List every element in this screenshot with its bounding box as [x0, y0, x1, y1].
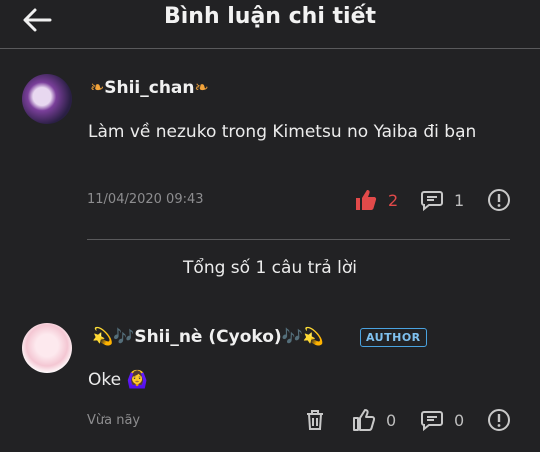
reply-text: Oke 🙆‍♀️: [88, 370, 148, 390]
comment-text: Làm về nezuko trong Kimetsu no Yaiba đi …: [88, 122, 477, 142]
avatar[interactable]: [22, 74, 72, 124]
reply-button[interactable]: 0: [420, 408, 464, 432]
like-count: 0: [386, 410, 397, 430]
reply-count: 1: [454, 190, 465, 210]
comment-bubble-icon: [420, 188, 444, 212]
trash-icon: [303, 408, 327, 432]
avatar[interactable]: [22, 323, 72, 373]
like-count: 2: [388, 190, 399, 210]
comment-username[interactable]: ❧Shii_chan❧: [90, 78, 209, 98]
divider: [87, 239, 510, 240]
like-button[interactable]: 2: [354, 188, 398, 212]
reply-count: 0: [454, 410, 465, 430]
author-badge: AUTHOR: [360, 328, 427, 347]
alert-circle-icon: [487, 408, 511, 432]
thumbs-up-icon: [352, 408, 376, 432]
comment-bubble-icon: [420, 408, 444, 432]
reply-username[interactable]: 💫🎶Shii_nè (Cyoko)🎶💫: [92, 327, 324, 347]
report-button[interactable]: [487, 408, 511, 432]
reply-time: Vừa nãy: [87, 413, 141, 428]
delete-button[interactable]: [303, 408, 327, 432]
top-bar: Bình luận chi tiết: [0, 0, 540, 49]
alert-circle-icon: [487, 188, 511, 212]
like-button[interactable]: 0: [352, 408, 396, 432]
comment-date: 11/04/2020 09:43: [87, 192, 204, 207]
leaf-icon: ❧: [194, 78, 209, 98]
report-button[interactable]: [487, 188, 511, 212]
page-title: Bình luận chi tiết: [163, 4, 377, 29]
leaf-icon: ❧: [90, 78, 105, 98]
reply-button[interactable]: 1: [420, 188, 464, 212]
thumbs-up-icon: [354, 188, 378, 212]
reply-count-summary: Tổng số 1 câu trả lời: [183, 258, 357, 278]
